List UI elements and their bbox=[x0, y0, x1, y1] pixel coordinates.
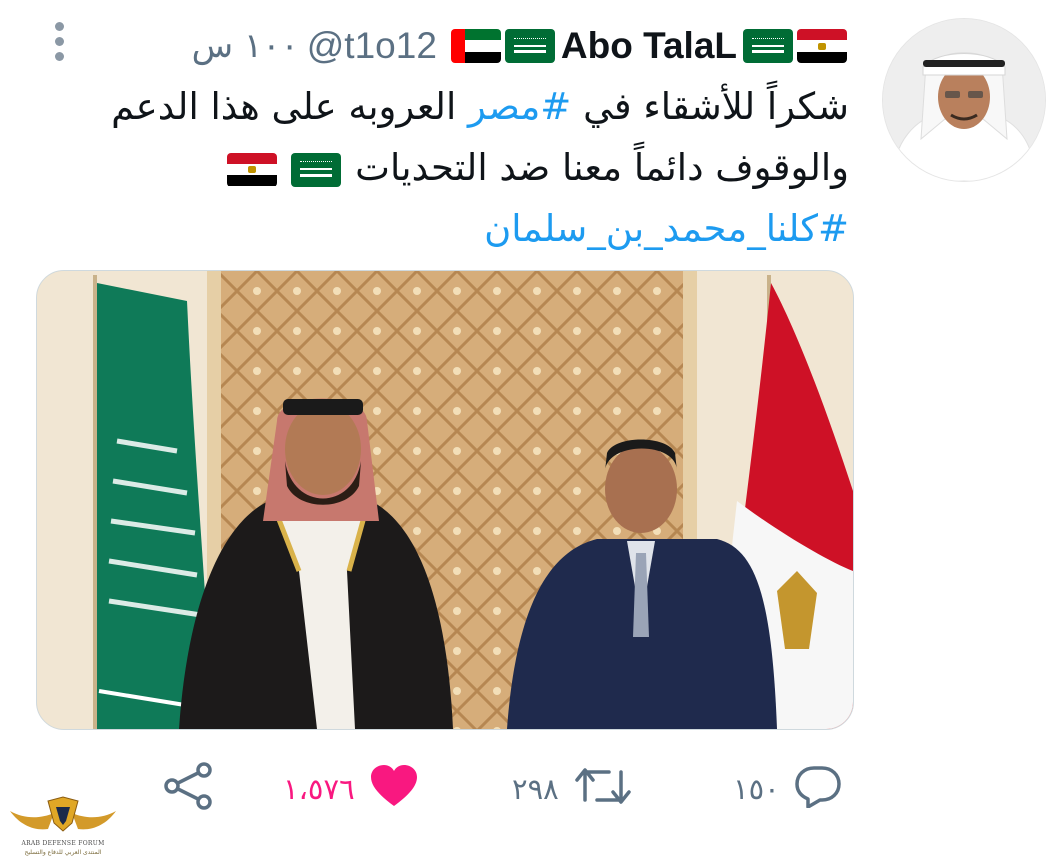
share-action[interactable] bbox=[162, 761, 216, 817]
tweet-text: شكراً للأشقاء في #مصر العروبه على هذا ال… bbox=[89, 76, 849, 259]
retweet-action[interactable]: ٢٩٨ bbox=[512, 764, 633, 814]
avatar[interactable] bbox=[882, 18, 1046, 182]
tweet-time[interactable]: ١٠٠ س bbox=[192, 26, 299, 66]
reply-icon[interactable] bbox=[794, 764, 842, 815]
egypt-flag-icon bbox=[797, 29, 847, 63]
forum-title: ARAB DEFENSE FORUM bbox=[21, 840, 105, 847]
tweet-header: ١٠٠ س @t1o12 Abo TalaL bbox=[192, 22, 849, 70]
avatar-image bbox=[883, 19, 1045, 181]
heart-icon[interactable] bbox=[369, 764, 419, 815]
photo-image bbox=[37, 271, 853, 729]
reply-action[interactable]: ١٥٠ bbox=[733, 764, 842, 814]
share-icon[interactable] bbox=[162, 761, 216, 817]
tweet-photo[interactable] bbox=[36, 270, 854, 730]
saudi-flag-icon bbox=[291, 152, 342, 187]
hashtag-link[interactable]: #مصر bbox=[468, 85, 571, 128]
tweet-text-line-1: شكراً للأشقاء في #مصر العروبه على هذا ال… bbox=[111, 85, 849, 128]
like-action[interactable]: ١،٥٧٦ bbox=[283, 764, 419, 814]
egypt-flag-icon bbox=[227, 152, 278, 187]
retweet-icon[interactable] bbox=[573, 764, 633, 815]
reply-count: ١٥٠ bbox=[733, 772, 780, 806]
inline-flags bbox=[225, 152, 343, 187]
forum-logo-icon bbox=[10, 796, 116, 832]
forum-watermark: ARAB DEFENSE FORUM المنتدى العربي للدفاع… bbox=[0, 793, 126, 863]
more-options-icon[interactable] bbox=[52, 22, 68, 62]
tweet-text-line-2: والوقوف دائماً معنا ضد التحديات bbox=[89, 137, 849, 198]
display-name[interactable]: Abo TalaL bbox=[561, 25, 737, 67]
hashtag-link[interactable]: #كلنا_محمد_بن_سلمان bbox=[484, 207, 849, 250]
forum-subtitle: المنتدى العربي للدفاع والتسليح bbox=[24, 849, 102, 856]
like-count: ١،٥٧٦ bbox=[283, 772, 355, 806]
saudi-flag-icon bbox=[743, 29, 793, 63]
saudi-flag-icon bbox=[504, 29, 555, 63]
uae-flag-icon bbox=[450, 29, 501, 63]
retweet-count: ٢٩٨ bbox=[512, 772, 559, 806]
user-handle[interactable]: @t1o12 bbox=[307, 25, 437, 67]
tweet-text-line-3: #كلنا_محمد_بن_سلمان bbox=[89, 198, 849, 259]
